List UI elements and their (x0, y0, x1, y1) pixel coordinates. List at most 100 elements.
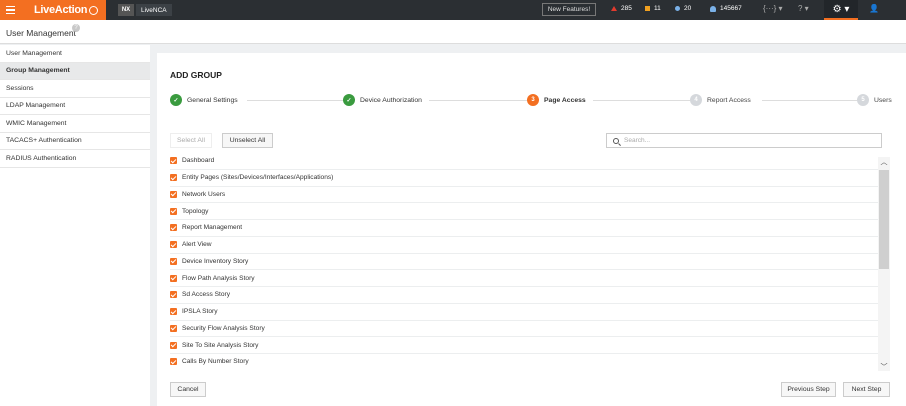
item-label: Security Flow Analysis Story (182, 324, 265, 332)
checkbox-checked[interactable] (170, 358, 177, 366)
checkbox-checked[interactable] (170, 308, 177, 316)
checkbox-checked[interactable] (170, 274, 177, 282)
step-device-authorization[interactable]: ✓ Device Authorization (343, 94, 426, 106)
info-count: 20 (684, 5, 692, 12)
step-number: 5 (857, 94, 869, 106)
step-number: 3 (527, 94, 539, 106)
info-alerts[interactable]: 20 (675, 5, 691, 12)
sidebar-item-ldap-management[interactable]: LDAP Management (0, 98, 150, 115)
step-label: Page Access (544, 96, 586, 104)
step-label: Device Authorization (360, 96, 422, 104)
checkbox-checked[interactable] (170, 324, 177, 332)
checkbox-checked[interactable] (170, 224, 177, 232)
sidebar-item-radius-authentication[interactable]: RADIUS Authentication (0, 150, 150, 168)
checkbox-checked[interactable] (170, 257, 177, 265)
item-label: Device Inventory Story (182, 257, 249, 265)
checkbox-checked[interactable] (170, 190, 177, 198)
notification-count: 145667 (720, 5, 742, 12)
cancel-button[interactable]: Cancel (170, 382, 206, 397)
chevron-down-icon[interactable]: ﹀ (880, 363, 888, 371)
sidebar-item-wmic-management[interactable]: WMIC Management (0, 115, 150, 133)
step-label: Users (874, 96, 892, 104)
user-icon[interactable]: 👤 (869, 4, 879, 13)
warning-alerts[interactable]: 11 (645, 5, 661, 12)
step-connector (762, 100, 862, 101)
checkbox-checked[interactable] (170, 341, 177, 349)
next-step-button[interactable]: Next Step (843, 382, 890, 397)
sidebar-item-group-management[interactable]: Group Management (0, 62, 150, 80)
item-label: Dashboard (182, 157, 215, 165)
add-group-card: ADD GROUP ✓ General Settings ✓ Device Au… (157, 53, 906, 406)
search-box (606, 133, 882, 148)
list-item[interactable]: Entity Pages (Sites/Devices/Interfaces/A… (170, 170, 878, 187)
list-item[interactable]: Network Users (170, 187, 878, 204)
checkbox-checked[interactable] (170, 291, 177, 299)
step-label: General Settings (187, 96, 238, 104)
bell-icon (710, 5, 716, 12)
brand-mark-icon (89, 5, 99, 15)
list-scrollbar[interactable]: ︿ ﹀ (878, 157, 890, 371)
list-item[interactable]: IPSLA Story (170, 304, 878, 321)
critical-triangle-icon (611, 6, 617, 11)
list-item[interactable]: Site To Site Analysis Story (170, 337, 878, 354)
brand-logo[interactable]: LiveAction (20, 0, 106, 20)
search-icon (613, 137, 619, 144)
list-item[interactable]: Sd Access Story (170, 287, 878, 304)
sidebar-item-sessions[interactable]: Sessions (0, 80, 150, 98)
item-label: IPSLA Story (182, 308, 218, 316)
warning-square-icon (645, 6, 650, 11)
list-item[interactable]: Alert View (170, 237, 878, 254)
nx-badge[interactable]: NX (118, 4, 134, 16)
step-report-access[interactable]: 4 Report Access (690, 94, 755, 106)
previous-step-button[interactable]: Previous Step (781, 382, 836, 397)
brand-name: LiveAction (34, 4, 88, 16)
list-item[interactable]: Dashboard (170, 153, 878, 170)
list-item[interactable]: Device Inventory Story (170, 254, 878, 271)
step-number: 4 (690, 94, 702, 106)
item-label: Site To Site Analysis Story (182, 341, 259, 349)
sidebar-item-tacacs-authentication[interactable]: TACACS+ Authentication (0, 133, 150, 150)
item-label: Network Users (182, 190, 226, 198)
help-icon[interactable]: ? (72, 24, 80, 32)
step-connector (247, 100, 347, 101)
check-icon: ✓ (343, 94, 355, 106)
item-label: Sd Access Story (182, 291, 231, 299)
product-switcher[interactable]: LiveNCA (136, 4, 172, 16)
info-circle-icon (675, 6, 680, 11)
hamburger-menu-icon[interactable] (0, 0, 20, 20)
page-title: User Management (6, 28, 76, 38)
bracket-dropdown-icon[interactable]: {···} ▾ (763, 4, 783, 13)
page-access-list: Dashboard Entity Pages (Sites/Devices/In… (170, 153, 878, 370)
chevron-up-icon[interactable]: ︿ (880, 158, 888, 166)
scroll-thumb[interactable] (879, 170, 889, 269)
item-label: Alert View (182, 241, 212, 249)
unselect-all-button[interactable]: Unselect All (222, 133, 273, 148)
help-dropdown-icon[interactable]: ? ▾ (798, 4, 809, 13)
check-icon: ✓ (170, 94, 182, 106)
step-connector (593, 100, 693, 101)
list-item[interactable]: Security Flow Analysis Story (170, 321, 878, 338)
warning-count: 11 (654, 5, 661, 12)
checkbox-checked[interactable] (170, 207, 177, 215)
select-all-button[interactable]: Select All (170, 133, 212, 148)
checkbox-checked[interactable] (170, 157, 177, 165)
step-users[interactable]: 5 Users (857, 94, 896, 106)
list-item[interactable]: Flow Path Analysis Story (170, 270, 878, 287)
sidebar-item-user-management[interactable]: User Management (0, 45, 150, 63)
critical-count: 285 (621, 5, 632, 12)
settings-gear-icon[interactable]: ⚙ ▾ (824, 0, 858, 20)
step-general-settings[interactable]: ✓ General Settings (170, 94, 242, 106)
step-page-access[interactable]: 3 Page Access (527, 94, 590, 106)
item-label: Entity Pages (Sites/Devices/Interfaces/A… (182, 174, 334, 182)
search-input[interactable] (624, 137, 864, 144)
list-item[interactable]: Topology (170, 203, 878, 220)
list-item[interactable]: Report Management (170, 220, 878, 237)
card-title: ADD GROUP (170, 70, 222, 80)
step-label: Report Access (707, 96, 751, 104)
checkbox-checked[interactable] (170, 241, 177, 249)
list-item[interactable]: Calls By Number Story (170, 354, 878, 370)
critical-alerts[interactable]: 285 (611, 5, 632, 12)
new-features-button[interactable]: New Features! (542, 3, 596, 16)
notifications[interactable]: 145667 (710, 5, 742, 12)
checkbox-checked[interactable] (170, 174, 177, 182)
